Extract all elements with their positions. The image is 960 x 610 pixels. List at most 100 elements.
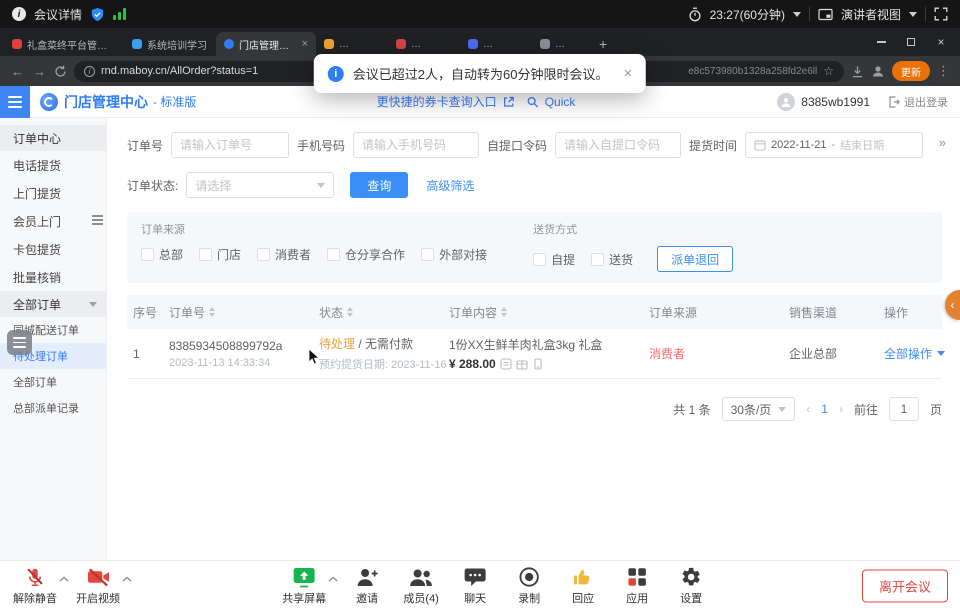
checkbox-share-coop[interactable]: 仓分享合作 [327, 246, 405, 263]
advanced-filter-link[interactable]: 高级筛选 [426, 177, 474, 194]
refresh-icon[interactable] [54, 65, 67, 78]
sidebar-section-order-center[interactable]: 订单中心 [0, 125, 106, 151]
username[interactable]: 8385wb1991 [801, 95, 870, 109]
order-status-select[interactable]: 请选择 [186, 172, 334, 198]
checkbox-delivery[interactable]: 送货 [591, 251, 633, 268]
browser-tab-active[interactable]: 门店管理中心× [216, 32, 316, 56]
browser-tab[interactable]: … [532, 32, 590, 56]
chat-button[interactable]: 聊天 [448, 566, 502, 606]
prev-page-button[interactable]: ‹ [806, 402, 810, 416]
col-order-no[interactable]: 订单号 [169, 304, 319, 321]
sidebar-item-all-orders[interactable]: 全部订单 [0, 369, 106, 395]
sort-icon[interactable] [501, 307, 507, 317]
phone-icon[interactable] [532, 358, 544, 370]
share-screen-button[interactable]: 共享屏幕 [277, 566, 331, 606]
window-close-button[interactable]: × [926, 28, 956, 56]
invite-button[interactable]: 邀请 [340, 566, 394, 606]
browser-tab[interactable]: 系统培训学习 [124, 32, 216, 56]
members-button[interactable]: 成员(4) [394, 566, 448, 606]
phone-input[interactable] [362, 138, 470, 152]
meeting-timer[interactable]: 23:27(60分钟) [710, 6, 785, 23]
checkbox-icon[interactable] [257, 248, 270, 261]
view-mode-label[interactable]: 演讲者视图 [841, 6, 901, 23]
pickup-code-field[interactable] [555, 132, 681, 158]
sidebar-item-batch-verify[interactable]: 批量核销 [0, 263, 106, 291]
sidebar-item-card-pickup[interactable]: 卡包提货 [0, 235, 106, 263]
date-end-placeholder[interactable]: 结束日期 [840, 137, 884, 153]
quick-label[interactable]: Quick [545, 95, 576, 109]
checkbox-hq[interactable]: 总部 [141, 246, 183, 263]
sidebar-item-hq-dispatch-records[interactable]: 总部派单记录 [0, 395, 106, 421]
camera-options-caret[interactable] [121, 576, 133, 582]
gift-icon[interactable] [516, 358, 528, 370]
reactions-button[interactable]: 回应 [556, 566, 610, 606]
settings-button[interactable]: 设置 [664, 566, 718, 606]
sidebar-group-all-orders[interactable]: 全部订单 [0, 291, 106, 317]
security-shield-icon[interactable] [90, 7, 105, 22]
download-icon[interactable] [851, 65, 864, 78]
floating-tasklist-button[interactable] [7, 330, 32, 355]
forward-icon[interactable]: → [32, 64, 47, 79]
app-menu-button[interactable] [0, 86, 30, 118]
next-page-button[interactable]: › [839, 402, 843, 416]
logout-button[interactable]: 退出登录 [888, 94, 948, 110]
profile-icon[interactable] [871, 64, 885, 78]
quick-link-text[interactable]: 更快捷的券卡查询入口 [377, 93, 497, 110]
unmute-button[interactable]: 解除静音 [8, 566, 62, 606]
phone-field[interactable] [353, 132, 479, 158]
sort-icon[interactable] [209, 307, 215, 317]
browser-menu-icon[interactable]: ⋮ [937, 63, 950, 79]
checkbox-icon[interactable] [533, 253, 546, 266]
browser-tab[interactable]: 礼盒菜终平台管理中心 [4, 32, 124, 56]
checkbox-icon[interactable] [199, 248, 212, 261]
goto-page-input[interactable] [890, 402, 918, 416]
window-maximize-button[interactable] [896, 28, 926, 56]
checkbox-self-pickup[interactable]: 自提 [533, 251, 575, 268]
network-signal-icon[interactable] [113, 8, 126, 20]
pickup-code-input[interactable] [564, 138, 672, 152]
checkbox-consumer[interactable]: 消费者 [257, 246, 311, 263]
meeting-details-label[interactable]: 会议详情 [34, 6, 82, 23]
note-icon[interactable] [500, 358, 512, 370]
view-caret-icon[interactable] [909, 12, 917, 17]
table-row[interactable]: 1 8385934508899792a 2023-11-13 14:33:34 … [127, 329, 942, 379]
collapse-filters-icon[interactable]: » [939, 135, 946, 150]
sidebar-item-phone-pickup[interactable]: 电话提货 [0, 151, 106, 179]
toast-close-icon[interactable]: × [623, 65, 632, 82]
mic-options-caret[interactable] [58, 576, 70, 582]
date-range-picker[interactable]: 2022-11-21 - 结束日期 [745, 132, 923, 158]
new-tab-button[interactable]: + [590, 32, 616, 56]
goto-page-field[interactable] [889, 397, 919, 421]
checkbox-store[interactable]: 门店 [199, 246, 241, 263]
date-start-value[interactable]: 2022-11-21 [771, 139, 826, 151]
record-button[interactable]: 录制 [502, 566, 556, 606]
window-minimize-button[interactable] [866, 28, 896, 56]
browser-update-button[interactable]: 更新 [892, 61, 930, 81]
start-video-button[interactable]: 开启视频 [71, 566, 125, 606]
meeting-info-group[interactable]: i 会议详情 [12, 6, 126, 23]
fullscreen-icon[interactable] [934, 7, 948, 21]
col-content[interactable]: 订单内容 [449, 304, 649, 321]
order-no-field[interactable] [171, 132, 289, 158]
quick-entry-link[interactable]: 更快捷的券卡查询入口 Quick [377, 93, 576, 110]
checkbox-icon[interactable] [141, 248, 154, 261]
order-no-input[interactable] [180, 138, 280, 152]
timer-caret-icon[interactable] [793, 12, 801, 17]
side-drawer-toggle[interactable]: ‹ [945, 290, 960, 320]
leave-meeting-button[interactable]: 离开会议 [862, 569, 948, 602]
browser-tab[interactable]: … [460, 32, 532, 56]
checkbox-external[interactable]: 外部对接 [421, 246, 487, 263]
dispatch-return-button[interactable]: 派单退回 [657, 246, 733, 272]
sidebar-collapse-handle[interactable] [89, 212, 105, 228]
apps-button[interactable]: 应用 [610, 566, 664, 606]
page-size-select[interactable]: 30条/页 [722, 397, 796, 421]
row-actions-dropdown[interactable]: 全部操作 [884, 345, 945, 362]
tab-close-icon[interactable]: × [302, 38, 308, 50]
browser-tab[interactable]: … [316, 32, 388, 56]
current-page[interactable]: 1 [821, 402, 828, 416]
checkbox-icon[interactable] [591, 253, 604, 266]
checkbox-icon[interactable] [421, 248, 434, 261]
site-info-icon[interactable]: i [84, 66, 95, 77]
browser-tab[interactable]: … [388, 32, 460, 56]
sort-icon[interactable] [347, 307, 353, 317]
